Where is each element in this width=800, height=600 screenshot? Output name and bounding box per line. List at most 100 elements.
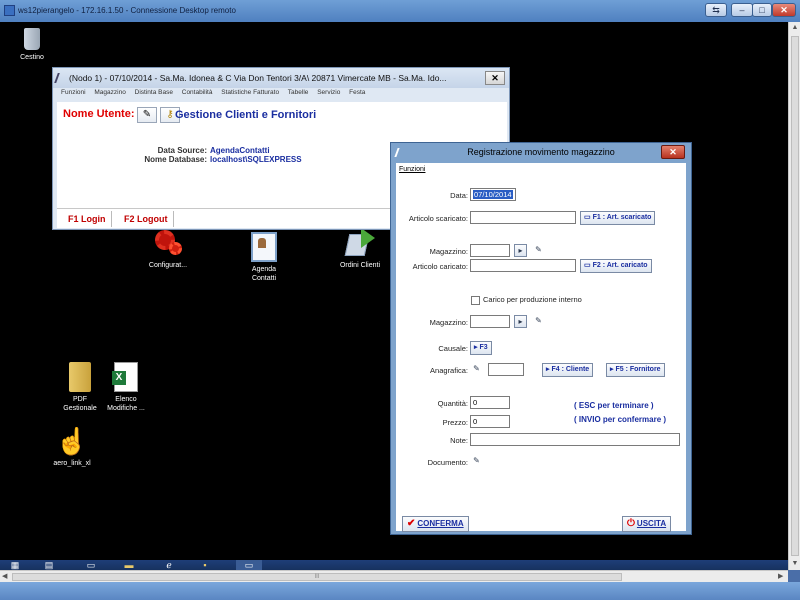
menu-statistiche[interactable]: Statistiche Fatturato [221,89,279,96]
magazzino2-lookup-button[interactable]: ▸ [514,315,527,328]
lookup-icon: ▸ [474,344,478,351]
user-label: Nome Utente: [63,108,135,120]
pencil-icon: ✎ [473,456,480,465]
scroll-up-icon[interactable]: ▲ [791,24,799,32]
f5-label: F5 : Fornitore [615,366,661,373]
menu-tabelle[interactable]: Tabelle [288,89,309,96]
f4-cliente-button[interactable]: ▸ F4 : Cliente [542,363,594,377]
scroll-left-icon[interactable]: ◀ [2,572,7,580]
art-caricato-field[interactable] [470,259,576,272]
conferma-label: CONFERMA [417,519,464,528]
magazzino-field[interactable] [470,244,510,257]
prezzo-field[interactable]: 0 [470,415,510,428]
anagrafica-field[interactable] [488,363,524,376]
menu-funzioni[interactable]: Funzioni [61,89,86,96]
lookup-icon: ▸ [610,366,614,373]
taskbar-server-manager[interactable]: ▤ [40,560,58,570]
lookup-icon: ▸ [546,366,550,373]
desktop-icon-elenco[interactable]: Elenco Modifiche ... [94,362,158,413]
power-icon: ⏻ [627,518,635,529]
start-button[interactable]: ▦ [6,560,24,570]
rdp-title: ws12pierangelo - 172.16.1.50 - Connessio… [18,6,236,15]
esc-hint: ( ESC per terminare ) [574,401,654,410]
quantita-label: Quantità: [437,399,468,408]
minimize-button[interactable]: – [731,3,753,17]
desktop-icon-config[interactable]: Configurat... [136,228,200,270]
menu-funzioni[interactable]: Funzioni [399,166,425,173]
horizontal-scroll-thumb[interactable]: III [12,573,622,581]
magazzino2-field[interactable] [470,315,510,328]
registrazione-close-button[interactable]: ✕ [661,145,685,159]
vertical-scroll-thumb[interactable] [791,36,799,556]
gestione-titlebar[interactable]: (Nodo 1) - 07/10/2014 - Sa.Ma. Idonea & … [53,68,509,88]
contact-card-icon [251,232,277,262]
uscita-button[interactable]: ⏻ USCITA [622,516,672,532]
restore-button[interactable]: ⇆ [705,3,727,17]
f1-label: F1 : Art. scaricato [592,214,652,221]
f2-art-caricato-button[interactable]: ▭ F2 : Art. caricato [580,259,652,273]
documento-label: Documento: [427,458,468,467]
f3-label: F3 [479,344,488,351]
quantita-field[interactable]: 0 [470,396,510,409]
menu-servizio[interactable]: Servizio [317,89,340,96]
rdp-close-button[interactable]: ✕ [772,3,796,17]
conferma-button[interactable]: ✔ CONFERMA [402,516,469,532]
gestione-menubar: Funzioni Magazzino Distinta Base Contabi… [53,89,509,101]
scroll-right-icon[interactable]: ▶ [778,572,783,580]
grip-icon: III [314,574,320,580]
menu-distinta-base[interactable]: Distinta Base [135,89,173,96]
taskbar-powershell[interactable]: ▭ [82,560,100,570]
pencil-icon: ✎ [535,316,542,325]
menu-festa[interactable]: Festa [349,89,365,96]
menu-contabilita[interactable]: Contabilità [182,89,213,96]
registrazione-titlebar[interactable]: Registrazione movimento magazzino [391,143,691,162]
folder-icon [69,362,91,392]
app-window-icon: ▭ [244,560,254,570]
horizontal-scrollbar[interactable]: ◀ III ▶ [0,570,788,582]
desktop-icon-ordini[interactable]: Ordini Clienti [328,228,392,270]
invio-hint: ( INVIO per confermare ) [574,415,667,424]
magazzino-lookup-button[interactable]: ▸ [514,244,527,257]
login-button[interactable]: F1 Login [63,211,112,227]
recycle-bin-icon [24,28,40,50]
icon-label: aero_link_xl [53,460,91,467]
magazzino2-edit-button[interactable]: ✎ [532,315,545,328]
taskbar-ie[interactable]: ℯ [160,560,178,570]
magazzino-label: Magazzino: [429,247,468,256]
uscita-label: USCITA [636,519,667,528]
documento-edit-button[interactable]: ✎ [470,455,483,468]
vertical-scrollbar[interactable]: ▲ ▼ [788,22,800,570]
carico-label: Carico per produzione interno [483,295,582,304]
taskbar-explorer[interactable]: ▬ [120,560,138,570]
desktop-icon-aero-link[interactable]: ☝ aero_link_xl [40,426,104,468]
rdp-bottom-frame [0,582,800,600]
checkmark-icon: ✔ [407,518,416,529]
desktop-icon-agenda[interactable]: Agenda Contatti [232,232,296,283]
f4-label: F4 : Cliente [551,366,590,373]
desktop-icon-recycle-bin[interactable]: Cestino [0,28,64,62]
logout-button[interactable]: F2 Logout [119,211,174,227]
anagrafica-edit-button[interactable]: ✎ [470,363,483,376]
f3-causale-button[interactable]: ▸ F3 [470,341,492,355]
magazzino-edit-button[interactable]: ✎ [532,244,545,257]
carico-checkbox[interactable] [471,296,480,305]
note-field[interactable] [470,433,680,446]
art-scaricato-field[interactable] [470,211,576,224]
icon-label: Elenco Modifiche ... [107,396,145,412]
menu-magazzino[interactable]: Magazzino [94,89,125,96]
maximize-button[interactable]: □ [752,3,772,17]
f5-fornitore-button[interactable]: ▸ F5 : Fornitore [606,363,665,377]
lookup-icon: ▭ [584,214,591,221]
gestione-heading: Gestione Clienti e Fornitori [175,109,317,121]
anagrafica-label: Anagrafica: [430,366,468,375]
icon-label: Ordini Clienti [339,262,381,269]
lookup-icon: ▸ [518,317,523,326]
taskbar-active-app[interactable]: ▭ [236,560,262,570]
registrazione-body: Funzioni Data: 07/10/2014 Articolo scari… [396,163,686,532]
scroll-down-icon[interactable]: ▼ [791,560,799,568]
edit-user-button[interactable]: ✎ [137,107,157,123]
f1-art-scaricato-button[interactable]: ▭ F1 : Art. scaricato [580,211,656,225]
gestione-close-button[interactable]: ✕ [485,71,505,85]
taskbar-app[interactable]: ▪ [196,560,214,570]
data-field[interactable]: 07/10/2014 [470,188,516,201]
